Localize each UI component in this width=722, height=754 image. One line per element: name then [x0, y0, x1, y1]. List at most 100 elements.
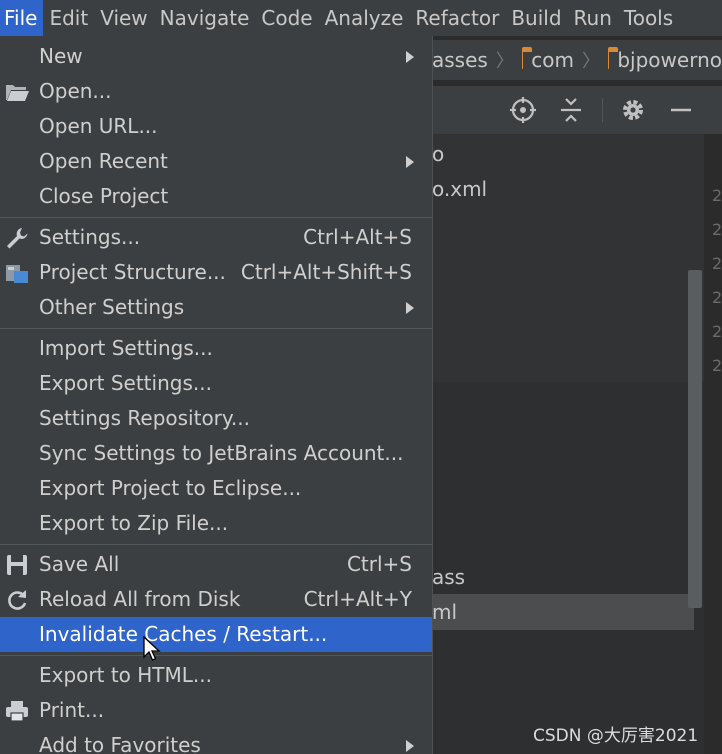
menu-item-label: Close Project [39, 184, 169, 208]
selected-tree-row[interactable] [432, 594, 694, 630]
menu-item-invalidate-caches[interactable]: Invalidate Caches / Restart... [0, 617, 432, 652]
watermark: CSDN @大厉害2021 [533, 726, 699, 746]
shortcut-label: Ctrl+Alt+Y [303, 587, 412, 611]
menu-item-label: Export Settings... [39, 371, 212, 395]
menu-item-label: Export to Zip File... [39, 511, 229, 535]
line-number: 2 [712, 254, 722, 273]
chevron-right-icon: 〉 [495, 51, 514, 72]
menu-item-open-recent[interactable]: Open Recent [0, 144, 432, 179]
shortcut-label: Ctrl+Alt+Shift+S [240, 260, 412, 284]
line-number: 2 [712, 288, 722, 307]
file-menu-dropdown: New Open... Open URL... Open Recent Clos… [0, 36, 433, 754]
breadcrumb-item-classes[interactable]: asses [432, 48, 488, 72]
line-number: 2 [712, 220, 722, 239]
menu-item-label: Other Settings [39, 295, 185, 319]
reload-icon [8, 590, 27, 610]
menu-item-label: Open... [39, 79, 112, 103]
line-number: 2 [712, 356, 722, 375]
menu-bar: File Edit View Navigate Code Analyze Ref… [0, 0, 722, 36]
submenu-arrow-icon [406, 156, 414, 168]
menu-item-label: Settings... [39, 225, 141, 249]
line-number: 2 [712, 322, 722, 341]
vertical-scrollbar[interactable] [688, 270, 702, 608]
menu-item-export-to-eclipse[interactable]: Export Project to Eclipse... [0, 471, 432, 506]
menu-item-print[interactable]: Print... [0, 693, 432, 728]
menu-item-import-settings[interactable]: Import Settings... [0, 331, 432, 366]
project-structure-icon [6, 265, 28, 283]
menu-view[interactable]: View [94, 0, 153, 36]
submenu-arrow-icon [406, 740, 414, 752]
chevron-right-icon: 〉 [581, 51, 600, 72]
breadcrumb: asses 〉 com 〉 bjpowerno [432, 40, 722, 80]
menu-item-open-url[interactable]: Open URL... [0, 109, 432, 144]
menu-analyze[interactable]: Analyze [319, 0, 410, 36]
menu-separator [0, 544, 432, 545]
menu-item-label: New [39, 44, 83, 68]
menu-item-project-structure[interactable]: Project Structure... Ctrl+Alt+Shift+S [0, 255, 432, 290]
menu-edit[interactable]: Edit [43, 0, 94, 36]
project-toolbar [432, 86, 722, 134]
menu-item-label: Add to Favorites [39, 733, 201, 754]
collapse-all-icon[interactable] [556, 95, 586, 125]
project-tree-panel: o o.xml ass ml [432, 134, 704, 754]
menu-build[interactable]: Build [505, 0, 567, 36]
menu-item-label: Sync Settings to JetBrains Account... [39, 441, 404, 465]
editor-gutter: 2 2 2 2 2 2 [704, 180, 722, 754]
menu-item-new[interactable]: New [0, 39, 432, 74]
open-folder-icon [6, 85, 29, 101]
folder-icon [521, 47, 536, 69]
breadcrumb-item-package[interactable]: bjpowerno [617, 48, 722, 72]
tree-row[interactable]: o.xml [432, 177, 487, 201]
gear-icon[interactable] [618, 95, 648, 125]
menu-navigate[interactable]: Navigate [154, 0, 256, 36]
menu-item-export-to-zip[interactable]: Export to Zip File... [0, 506, 432, 541]
menu-item-save-all[interactable]: Save All Ctrl+S [0, 547, 432, 582]
wrench-icon [7, 228, 28, 249]
menu-item-close-project[interactable]: Close Project [0, 179, 432, 214]
menu-item-open[interactable]: Open... [0, 74, 432, 109]
menu-item-export-settings[interactable]: Export Settings... [0, 366, 432, 401]
menu-item-label: Export Project to Eclipse... [39, 476, 302, 500]
tree-row[interactable]: ml [432, 600, 457, 624]
menu-code[interactable]: Code [255, 0, 318, 36]
menu-item-label: Project Structure... [39, 260, 226, 284]
menu-item-reload-all[interactable]: Reload All from Disk Ctrl+Alt+Y [0, 582, 432, 617]
menu-item-label: Invalidate Caches / Restart... [39, 622, 328, 646]
hide-minus-icon[interactable] [666, 95, 696, 125]
breadcrumb-item-com[interactable]: com [531, 48, 574, 72]
menu-separator [0, 217, 432, 218]
menu-item-sync-settings[interactable]: Sync Settings to JetBrains Account... [0, 436, 432, 471]
project-tree-lower-area [432, 382, 704, 754]
menu-item-export-to-html[interactable]: Export to HTML... [0, 658, 432, 693]
menu-item-add-to-favorites[interactable]: Add to Favorites [0, 728, 432, 754]
toolbar-divider [602, 98, 603, 122]
submenu-arrow-icon [406, 51, 414, 63]
menu-item-label: Open Recent [39, 149, 168, 173]
printer-icon [6, 701, 28, 722]
locate-crosshair-icon[interactable] [508, 95, 538, 125]
menu-separator [0, 655, 432, 656]
menu-item-label: Open URL... [39, 114, 158, 138]
menu-item-settings[interactable]: Settings... Ctrl+Alt+S [0, 220, 432, 255]
menu-tools[interactable]: Tools [618, 0, 679, 36]
menu-item-label: Save All [39, 552, 120, 576]
menu-item-label: Settings Repository... [39, 406, 250, 430]
mouse-pointer-icon [143, 636, 161, 661]
menu-refactor[interactable]: Refactor [409, 0, 505, 36]
submenu-arrow-icon [406, 302, 414, 314]
folder-icon [607, 47, 623, 69]
menu-item-settings-repository[interactable]: Settings Repository... [0, 401, 432, 436]
shortcut-label: Ctrl+S [346, 552, 412, 576]
menu-item-label: Reload All from Disk [39, 587, 241, 611]
line-number: 2 [712, 186, 722, 205]
menu-item-other-settings[interactable]: Other Settings [0, 290, 432, 325]
menu-separator [0, 328, 432, 329]
tree-row[interactable]: ass [432, 565, 465, 589]
menu-run[interactable]: Run [568, 0, 618, 36]
menu-file[interactable]: File [0, 0, 44, 36]
menu-item-label: Print... [39, 698, 105, 722]
save-icon [7, 555, 27, 575]
menu-item-label: Import Settings... [39, 336, 213, 360]
menu-item-label: Export to HTML... [39, 663, 212, 687]
tree-row[interactable]: o [432, 142, 444, 166]
